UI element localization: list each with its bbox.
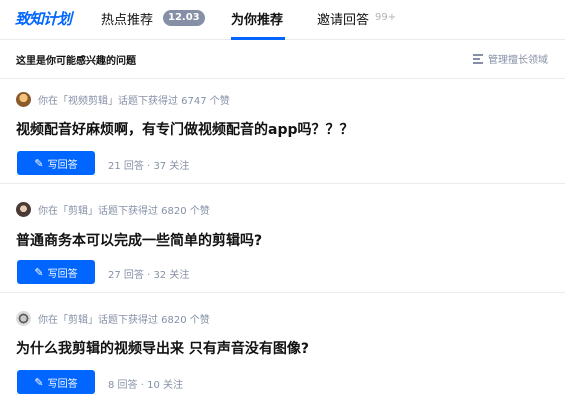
hot-count-badge: 12.03 [163, 10, 205, 26]
pencil-icon: ✎ [34, 265, 44, 279]
write-answer-button[interactable]: ✎ 写回答 [17, 260, 95, 284]
write-answer-button[interactable]: ✎ 写回答 [17, 151, 95, 175]
tab-hot-recommend[interactable]: 热点推荐 [101, 9, 153, 28]
top-navigation: 致知计划 热点推荐 12.03 为你推荐 邀请回答 99+ [0, 0, 565, 40]
write-answer-button[interactable]: ✎ 写回答 [17, 370, 95, 394]
list-settings-icon [473, 53, 485, 64]
question-meta: 你在「剪辑」话题下获得过 6820 个赞 [16, 311, 210, 326]
user-avatar-icon [16, 92, 31, 107]
write-answer-label: 写回答 [47, 159, 78, 171]
question-title[interactable]: 视频配音好麻烦啊，有专门做视频配音的app吗？？？ [16, 119, 354, 139]
manage-expertise-button[interactable]: 管理擅长领域 [473, 51, 548, 66]
write-answer-label: 写回答 [47, 268, 78, 280]
tab-invite-answer[interactable]: 邀请回答 [317, 9, 369, 28]
question-title[interactable]: 为什么我剪辑的视频导出来 只有声音没有图像? [16, 338, 309, 358]
question-title[interactable]: 普通商务本可以完成一些简单的剪辑吗? [16, 230, 262, 250]
question-card: 你在「剪辑」话题下获得过 6820 个赞 普通商务本可以完成一些简单的剪辑吗? … [0, 185, 565, 293]
write-answer-label: 写回答 [47, 378, 78, 390]
tab-recommend-for-you[interactable]: 为你推荐 [231, 9, 283, 28]
question-stats: 21 回答 · 37 关注 [108, 161, 190, 172]
active-tab-indicator [231, 37, 285, 40]
section-header: 这里是你可能感兴趣的问题 管理擅长领域 [0, 41, 565, 79]
meta-text: 你在「剪辑」话题下获得过 6820 个赞 [38, 315, 210, 326]
meta-text: 你在「剪辑」话题下获得过 6820 个赞 [38, 206, 210, 217]
question-stats: 27 回答 · 32 关注 [108, 270, 190, 281]
question-card: 你在「视频剪辑」话题下获得过 6747 个赞 视频配音好麻烦啊，有专门做视频配音… [0, 80, 565, 184]
meta-text: 你在「视频剪辑」话题下获得过 6747 个赞 [38, 96, 230, 107]
question-meta: 你在「视频剪辑」话题下获得过 6747 个赞 [16, 92, 230, 107]
question-meta: 你在「剪辑」话题下获得过 6820 个赞 [16, 202, 210, 217]
question-stats: 8 回答 · 10 关注 [108, 380, 183, 391]
manage-expertise-label: 管理擅长领域 [488, 55, 548, 66]
logo[interactable]: 致知计划 [15, 8, 72, 29]
invite-count: 99+ [375, 12, 397, 23]
question-card: 你在「剪辑」话题下获得过 6820 个赞 为什么我剪辑的视频导出来 只有声音没有… [0, 294, 565, 409]
user-avatar-icon [16, 311, 31, 326]
pencil-icon: ✎ [34, 375, 44, 389]
section-title: 这里是你可能感兴趣的问题 [16, 56, 136, 67]
user-avatar-icon [16, 202, 31, 217]
pencil-icon: ✎ [34, 156, 44, 170]
